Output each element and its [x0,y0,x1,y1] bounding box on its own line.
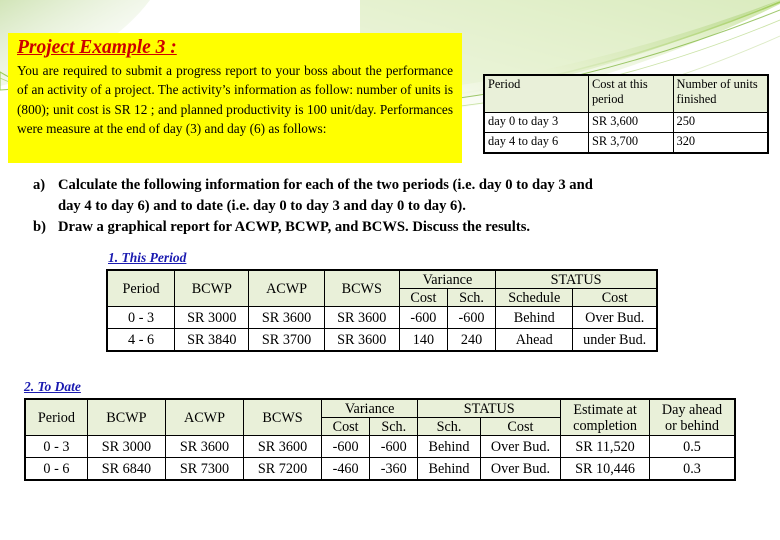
slide-canvas: Project Example 3 : You are required to … [0,0,780,540]
cell-bcws: SR 7200 [242,457,323,481]
cell-status-schedule: Ahead [495,328,574,352]
cell-acwp: SR 3600 [164,435,245,458]
th-status-schedule: Schedule [495,288,574,307]
cell-bcws: SR 3600 [323,306,400,329]
cell-status-cost: Over Bud. [479,435,562,458]
th-variance-sch: Sch. [446,288,497,307]
th-variance-cost: Cost [398,288,448,307]
th-estimate-at-completion: Estimate at completion [560,398,650,436]
cell-acwp: SR 7300 [164,457,245,481]
cell-bcws: SR 3600 [242,435,323,458]
cell-cost: SR 3,600 [587,112,674,133]
th-status-cost: Cost [479,417,562,436]
cell-units: 250 [672,112,769,133]
question-a-line1: Calculate the following information for … [58,177,593,193]
question-b-line1: Draw a graphical report for ACWP, BCWP, … [58,219,531,235]
cell-variance-cost: 140 [398,328,448,352]
cell-status-cost: under Bud. [572,328,658,352]
cell-acwp: SR 3600 [248,306,325,329]
table-header-row-top: Period BCWP ACWP BCWS Variance STATUS Es… [24,398,736,436]
cell-period: 0 - 3 [106,306,176,329]
th-bcws: BCWS [323,269,400,307]
cell-variance-sch: 240 [446,328,497,352]
cell-period: 4 - 6 [106,328,176,352]
problem-title: Project Example 3 : [17,37,177,58]
cell-day-ahead-or-behind: 0.3 [648,457,736,481]
cell-variance-sch: -360 [369,457,419,481]
cell-period: day 4 to day 6 [483,132,589,154]
period-table-header-units: Number of units finished [672,74,769,113]
cell-variance-cost: -600 [321,435,371,458]
problem-statement-box: Project Example 3 : You are required to … [8,33,462,163]
th-variance-sch: Sch. [369,417,419,436]
table-header-row-top: Period BCWP ACWP BCWS Variance STATUS [106,269,658,307]
cell-day-ahead-or-behind: 0.5 [648,435,736,458]
th-bcwp: BCWP [86,398,166,436]
cell-bcwp: SR 3000 [86,435,166,458]
heading-this-period: 1. This Period [108,250,187,265]
problem-body-text: You are required to submit a progress re… [17,63,453,137]
th-day-ahead-or-behind: Day ahead or behind [648,398,736,436]
th-variance-cost: Cost [321,417,371,436]
table-row: 4 - 6 SR 3840 SR 3700 SR 3600 140 240 Ah… [106,328,658,352]
cell-status-cost: Over Bud. [572,306,658,329]
to-date-results-table: Period BCWP ACWP BCWS Variance STATUS Es… [24,398,736,481]
th-period: Period [24,398,88,436]
cell-variance-sch: -600 [369,435,419,458]
period-cost-table: Period Cost at this period Number of uni… [483,74,769,154]
table-header-row: Period Cost at this period Number of uni… [483,74,769,113]
cell-period: 0 - 3 [24,435,88,458]
cell-status-sch: Behind [417,457,481,481]
th-variance: Variance [398,269,497,289]
cell-period: day 0 to day 3 [483,112,589,133]
cell-status-cost: Over Bud. [479,457,562,481]
table-row: 0 - 6 SR 6840 SR 7300 SR 7200 -460 -360 … [24,457,736,481]
cell-bcwp: SR 3840 [174,328,250,352]
th-status-cost: Cost [572,288,658,307]
th-bcws: BCWS [242,398,323,436]
question-b: b) Draw a graphical report for ACWP, BCW… [33,217,749,238]
heading-to-date: 2. To Date [24,379,81,394]
cell-acwp: SR 3700 [248,328,325,352]
table-row: day 0 to day 3 SR 3,600 250 [483,112,769,133]
th-bcwp: BCWP [174,269,250,307]
table-row: day 4 to day 6 SR 3,700 320 [483,132,769,154]
th-variance: Variance [321,398,419,418]
cell-bcwp: SR 6840 [86,457,166,481]
question-b-marker: b) [33,219,46,235]
cell-bcws: SR 3600 [323,328,400,352]
th-acwp: ACWP [164,398,245,436]
cell-variance-cost: -460 [321,457,371,481]
th-status-sch: Sch. [417,417,481,436]
th-status: STATUS [417,398,562,418]
cell-units: 320 [672,132,769,154]
cell-period: 0 - 6 [24,457,88,481]
period-table-header-cost: Cost at this period [587,74,674,113]
th-estimate-line1: Estimate at [573,401,637,418]
cell-variance-sch: -600 [446,306,497,329]
th-dayahead-line1: Day ahead [661,401,723,418]
th-period: Period [106,269,176,307]
th-estimate-line2: completion [573,417,637,434]
th-acwp: ACWP [248,269,325,307]
cell-variance-cost: -600 [398,306,448,329]
questions-block: a) Calculate the following information f… [33,175,749,238]
th-dayahead-line2: or behind [665,417,719,434]
question-a-marker: a) [33,177,46,193]
cell-estimate-at-completion: SR 11,520 [560,435,650,458]
table-row: 0 - 3 SR 3000 SR 3600 SR 3600 -600 -600 … [106,306,658,329]
cell-estimate-at-completion: SR 10,446 [560,457,650,481]
this-period-results-table: Period BCWP ACWP BCWS Variance STATUS Co… [106,269,658,352]
cell-status-sch: Behind [417,435,481,458]
question-a-line2: day 4 to day 6) and to date (i.e. day 0 … [58,198,466,214]
cell-status-schedule: Behind [495,306,574,329]
cell-bcwp: SR 3000 [174,306,250,329]
th-status: STATUS [495,269,658,289]
question-a: a) Calculate the following information f… [33,175,749,196]
table-row: 0 - 3 SR 3000 SR 3600 SR 3600 -600 -600 … [24,435,736,458]
cell-cost: SR 3,700 [587,132,674,154]
period-table-header-period: Period [483,74,589,113]
